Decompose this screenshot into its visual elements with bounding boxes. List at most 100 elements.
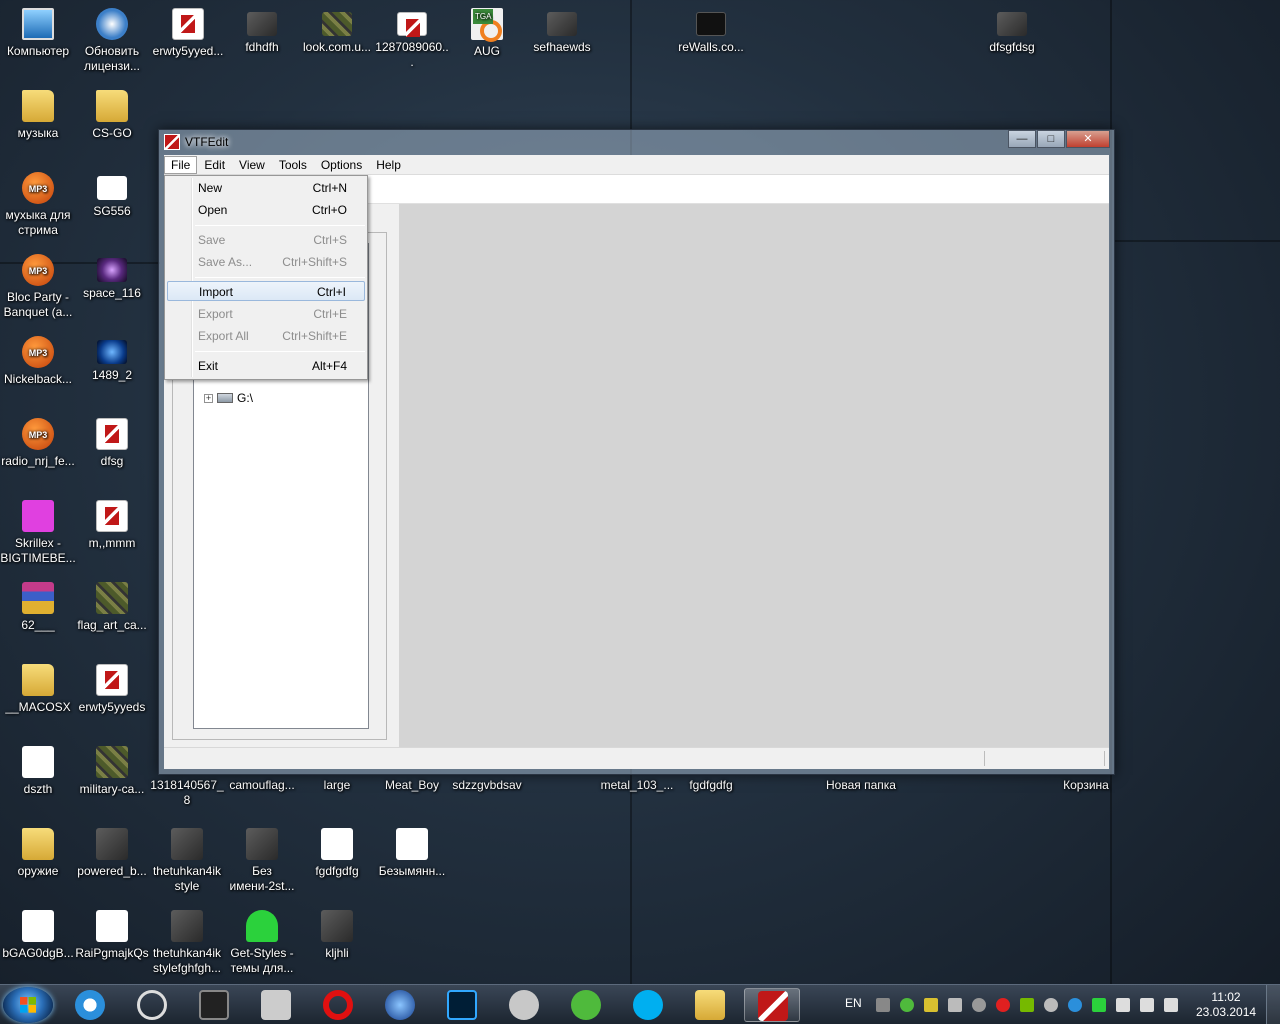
menu-edit[interactable]: Edit [197,156,232,174]
menu-item-save-as[interactable]: Save As... Ctrl+Shift+S [167,252,365,272]
taskbar-app-vtfedit[interactable] [744,988,800,1022]
info-icon[interactable] [1068,998,1082,1012]
menu-view[interactable]: View [232,156,272,174]
flag-icon[interactable] [1116,998,1130,1012]
vtfedit-app-icon[interactable] [164,134,180,150]
desktop-icon-bloc-party[interactable]: Bloc Party - Banquet (a... [0,254,76,320]
taskbar-app-media[interactable] [186,988,242,1022]
image-viewport[interactable] [399,204,1109,747]
desktop-icon-macosx[interactable]: __MACOSX [0,664,76,715]
nvidia-icon[interactable] [1020,998,1034,1012]
tray-icon[interactable] [996,998,1010,1012]
taskbar-app-steam-like[interactable] [124,988,180,1022]
desktop-icon-sg556[interactable]: SG556 [74,172,150,219]
desktop-icon-nickelback[interactable]: Nickelback... [0,336,76,387]
desktop-icon-military-ca[interactable]: military-ca... [74,746,150,797]
tray-icon[interactable] [972,998,986,1012]
desktop-icon-aug[interactable]: AUG [449,8,525,59]
taskbar-app-steam[interactable] [496,988,552,1022]
steam-tray-icon[interactable] [1044,998,1058,1012]
taskbar-app-99[interactable] [248,988,304,1022]
tga-file-icon [471,8,503,42]
menu-item-open[interactable]: Open Ctrl+O [167,200,365,220]
clock[interactable]: 11:02 23.03.2014 [1196,990,1256,1020]
menu-item-new[interactable]: New Ctrl+N [167,178,365,198]
menu-options[interactable]: Options [314,156,369,174]
window-controls: — □ ✕ [1007,130,1110,148]
desktop-icon-1489-2[interactable]: 1489_2 [74,336,150,383]
taskbar-app-globe[interactable] [372,988,428,1022]
desktop-icon-bezymyann[interactable]: Безымянн... [374,828,450,879]
taskbar-app-skype[interactable] [620,988,676,1022]
taskbar-app-opera[interactable] [310,988,366,1022]
expand-icon[interactable]: + [204,393,213,403]
image-thumbnail-icon [696,12,726,36]
desktop-icon-bez-imeni[interactable]: Без имени-2st... [224,828,300,894]
language-indicator[interactable]: EN [845,996,862,1010]
desktop-icon-stream-music[interactable]: мухыка для стрима [0,172,76,238]
desktop-icon-get-styles[interactable]: Get-Styles - темы для... [224,910,300,976]
archive-icon [22,582,54,614]
desktop-icon-powered-b[interactable]: powered_b... [74,828,150,879]
image-thumbnail-icon [22,746,54,778]
tray-icon[interactable] [1092,998,1106,1012]
desktop-icon-fgdfgdfg-2[interactable]: fgdfgdfg [299,828,375,879]
menu-item-export-all[interactable]: Export All Ctrl+Shift+E [167,326,365,346]
network-icon[interactable] [1164,998,1178,1012]
desktop-icon-skrillex[interactable]: Skrillex - BIGTIMEBE... [0,500,76,566]
skype-icon [633,990,663,1020]
desktop-icon-space116[interactable]: space_116 [74,254,150,301]
desktop-icon-rewalls[interactable]: reWalls.co... [673,8,749,55]
desktop-icon-music[interactable]: музыка [0,90,76,141]
desktop-icon-computer[interactable]: Компьютер [0,8,76,59]
desktop-icon-erwty5yyed[interactable]: erwty5yyed... [150,8,226,59]
taskbar-app-utorrent[interactable] [558,988,614,1022]
tray-icon[interactable] [900,998,914,1012]
desktop-icon-dfsg[interactable]: dfsg [74,418,150,469]
show-desktop-button[interactable] [1266,985,1280,1024]
tray-icon[interactable] [948,998,962,1012]
window-titlebar[interactable]: VTFEdit — □ ✕ [159,130,1114,154]
minimize-button[interactable]: — [1008,130,1036,148]
desktop-icon-1287089060[interactable]: 1287089060... [374,8,450,70]
menu-file[interactable]: File [164,155,198,174]
window-title: VTFEdit [185,135,229,149]
desktop-icon-bgag0dgb[interactable]: bGAG0dgB... [0,910,76,961]
desktop-icon-dfsgfdsg[interactable]: dfsgfdsg [974,8,1050,55]
tray-icon[interactable] [876,998,890,1012]
desktop-icon-fdhdfh[interactable]: fdhdfh [224,8,300,55]
start-button[interactable] [3,987,53,1023]
desktop-icon-kljhli[interactable]: kljhli [299,910,375,961]
image-thumbnail-icon [547,12,577,36]
tree-node-drive-g[interactable]: + G:\ [204,391,253,405]
taskbar-app-uplay[interactable] [62,988,118,1022]
menu-item-import[interactable]: Import Ctrl+I [167,281,365,301]
desktop-icon-mmmm[interactable]: m,,mmm [74,500,150,551]
menu-tools[interactable]: Tools [272,156,314,174]
menu-help[interactable]: Help [369,156,408,174]
desktop-icon-flag-art[interactable]: flag_art_ca... [74,582,150,633]
close-button[interactable]: ✕ [1066,130,1110,148]
maximize-button[interactable]: □ [1037,130,1065,148]
volume-icon[interactable] [1140,998,1154,1012]
desktop-icon-sefhaewds[interactable]: sefhaewds [524,8,600,55]
desktop-icon-look[interactable]: look.com.u... [299,8,375,55]
taskbar-app-explorer[interactable] [682,988,738,1022]
photoshop-icon [447,990,477,1020]
desktop-icon-62[interactable]: 62___ [0,582,76,633]
tray-icon[interactable] [924,998,938,1012]
desktop-icon-csgo[interactable]: CS-GO [74,90,150,141]
desktop-icon-thetuhkan4ik-style[interactable]: thetuhkan4ik style [149,828,225,894]
desktop-icon-weapons[interactable]: оружие [0,828,76,879]
desktop-icon-update-license[interactable]: Обновить лицензи... [74,8,150,74]
menu-item-export[interactable]: Export Ctrl+E [167,304,365,324]
taskbar-app-photoshop[interactable] [434,988,490,1022]
menu-item-exit[interactable]: Exit Alt+F4 [167,356,365,376]
menu-item-save[interactable]: Save Ctrl+S [167,230,365,250]
desktop-icon-dszth[interactable]: dszth [0,746,76,797]
media-player-icon [199,990,229,1020]
desktop-icon-thetuhkan4ik-stylefghfgh[interactable]: thetuhkan4ik stylefghfgh... [149,910,225,976]
desktop-icon-raipgmajkqs[interactable]: RaiPgmajkQs [74,910,150,961]
desktop-icon-radio-nrj[interactable]: radio_nrj_fe... [0,418,76,469]
desktop-icon-erwty5yyeds[interactable]: erwty5yyeds [74,664,150,715]
